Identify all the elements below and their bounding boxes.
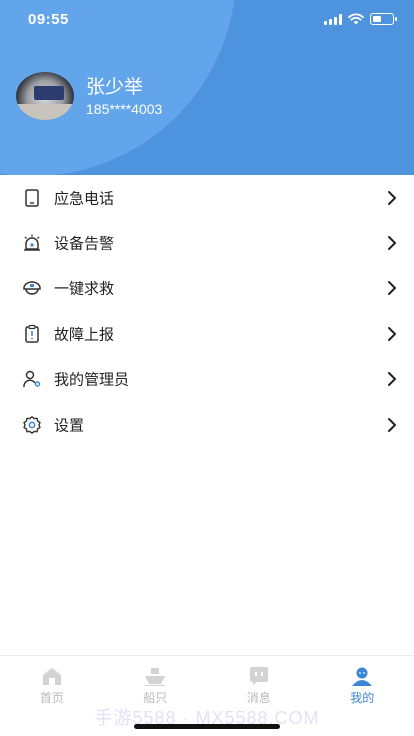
menu-item-fault-report[interactable]: 故障上报	[0, 311, 414, 356]
profile-header: 09:55 张少举 185****4003	[0, 0, 414, 175]
status-icons	[324, 13, 397, 25]
wifi-icon	[348, 13, 364, 25]
menu-item-settings[interactable]: 设置	[0, 402, 414, 447]
alarm-icon	[24, 234, 40, 251]
tab-messages[interactable]: 消息	[207, 656, 311, 711]
settings-icon	[23, 415, 41, 434]
user-name: 张少举	[86, 76, 144, 98]
chevron-right-icon	[388, 281, 396, 296]
menu-label: 设备告警	[54, 234, 115, 253]
home-icon	[42, 668, 61, 685]
chevron-right-icon	[388, 326, 396, 341]
menu-label: 设置	[54, 416, 85, 435]
menu-label: 一键求救	[54, 279, 115, 298]
phone-icon	[25, 188, 39, 207]
menu-list: 应急电话 设备告警 一键求救 故障上报 我的管理员 设置	[0, 175, 414, 447]
tab-ship[interactable]: 船只	[104, 656, 208, 711]
status-time: 09:55	[28, 11, 69, 28]
menu-label: 故障上报	[54, 325, 115, 344]
chevron-right-icon	[388, 236, 396, 251]
chevron-right-icon	[388, 372, 396, 387]
rescue-icon	[23, 281, 41, 296]
home-indicator[interactable]	[134, 724, 280, 729]
ship-icon	[145, 668, 166, 686]
tab-mine[interactable]: 我的	[311, 656, 414, 711]
admin-icon	[23, 371, 41, 388]
menu-item-sos[interactable]: 一键求救	[0, 266, 414, 311]
status-bar: 09:55	[0, 0, 414, 40]
report-icon	[25, 324, 39, 343]
battery-icon	[370, 13, 397, 25]
menu-item-device-alarm[interactable]: 设备告警	[0, 220, 414, 265]
menu-item-my-admin[interactable]: 我的管理员	[0, 357, 414, 402]
chevron-right-icon	[388, 190, 396, 205]
user-phone: 185****4003	[86, 101, 163, 117]
bottom-tab-bar: 首页 船只 消息 我的	[0, 655, 414, 711]
signal-icon	[324, 13, 342, 25]
menu-label: 我的管理员	[54, 370, 130, 389]
avatar[interactable]	[16, 72, 74, 120]
message-icon	[249, 667, 268, 685]
tab-home[interactable]: 首页	[0, 656, 104, 711]
menu-item-emergency-phone[interactable]: 应急电话	[0, 175, 414, 220]
chevron-right-icon	[388, 417, 396, 432]
user-icon	[352, 667, 373, 686]
menu-label: 应急电话	[54, 189, 115, 208]
